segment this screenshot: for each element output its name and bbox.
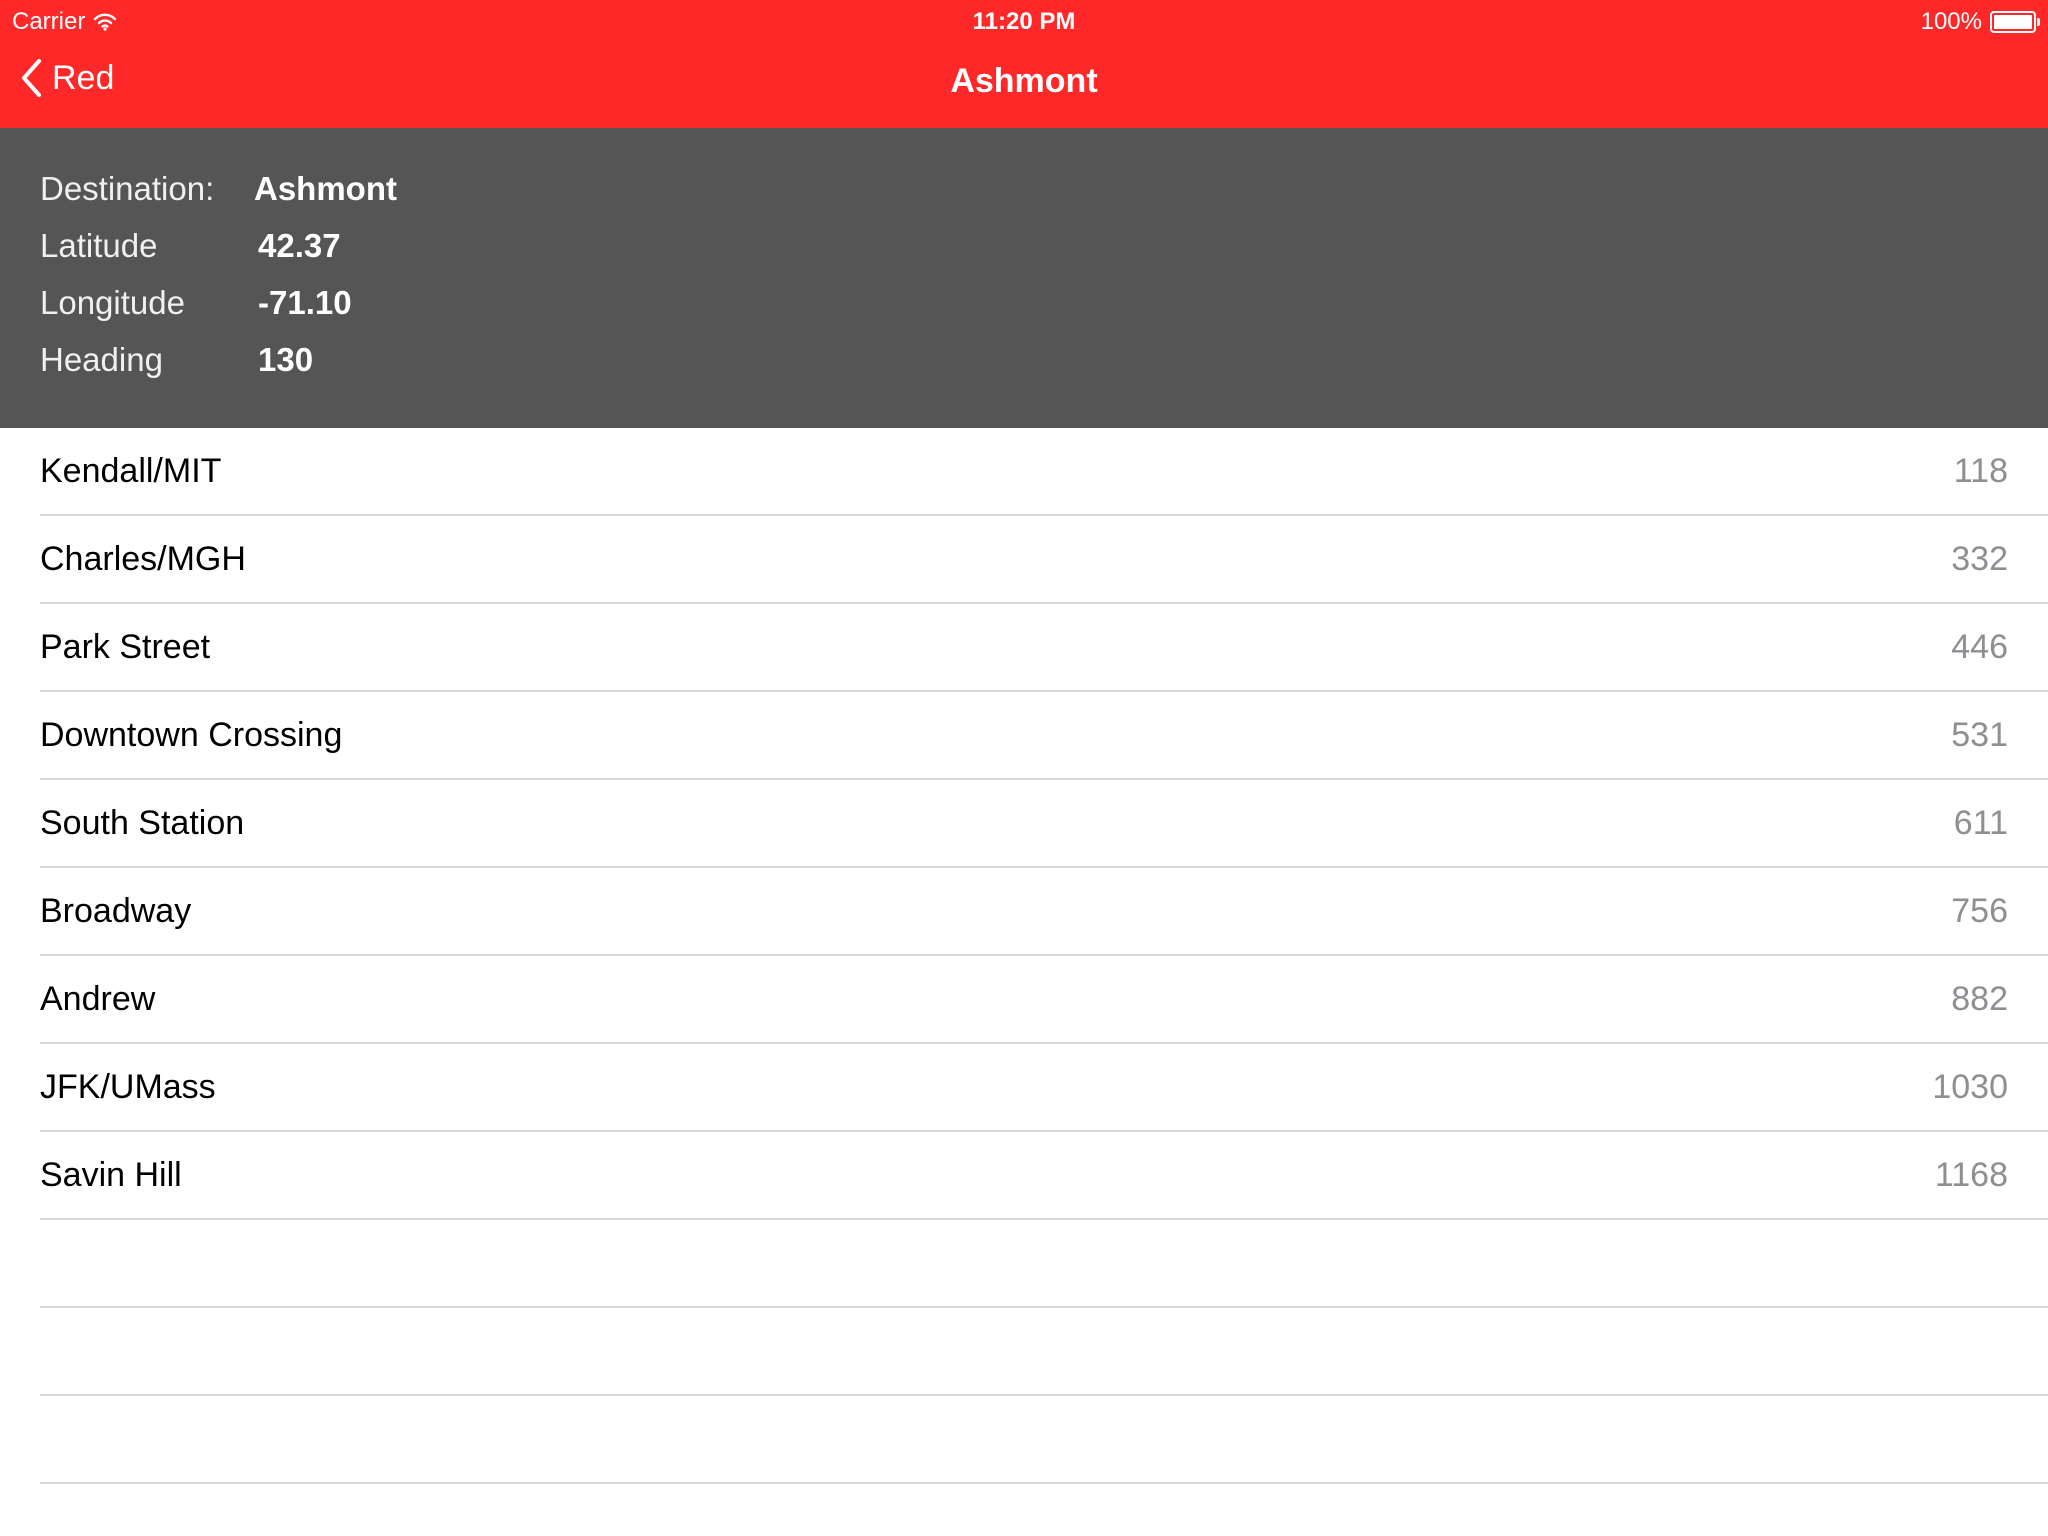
table-row[interactable]: South Station 611 [40, 780, 2048, 868]
latitude-label: Latitude [40, 227, 158, 264]
destination-row: Destination: Ashmont [40, 170, 1040, 210]
top-bar: Carrier 11:20 PM 100% Red Ashmont [0, 0, 2048, 128]
longitude-row: Longitude -71.10 [40, 284, 1040, 324]
stop-value: 1030 [1932, 1068, 2008, 1106]
status-bar: Carrier 11:20 PM 100% [0, 0, 2048, 40]
heading-label: Heading [40, 341, 163, 378]
page-title: Ashmont [950, 62, 1098, 100]
empty-row [40, 1396, 2048, 1484]
longitude-value: -71.10 [258, 284, 352, 321]
destination-label: Destination: [40, 170, 215, 207]
longitude-label: Longitude [40, 284, 185, 321]
stop-name: Downtown Crossing [40, 716, 343, 754]
empty-row [40, 1220, 2048, 1308]
train-info-panel: Destination: Ashmont Latitude 42.37 Long… [0, 128, 2048, 428]
stop-value: 446 [1951, 628, 2008, 666]
stop-value: 882 [1951, 980, 2008, 1018]
empty-row [40, 1308, 2048, 1396]
stop-name: South Station [40, 804, 245, 842]
stop-value: 756 [1951, 892, 2008, 930]
screen: Carrier 11:20 PM 100% Red Ashmont Destin… [0, 0, 2048, 1536]
stop-value: 531 [1951, 716, 2008, 754]
stop-name: JFK/UMass [40, 1068, 216, 1106]
battery-tip [2037, 18, 2040, 26]
status-battery: 100% [1920, 8, 2040, 36]
table-row[interactable]: Downtown Crossing 531 [40, 692, 2048, 780]
table-row[interactable]: JFK/UMass 1030 [40, 1044, 2048, 1132]
heading-value: 130 [258, 341, 314, 378]
stop-name: Savin Hill [40, 1156, 182, 1194]
latitude-value: 42.37 [258, 227, 341, 264]
stop-name: Broadway [40, 892, 192, 930]
battery-fill [1994, 15, 2032, 29]
stop-name: Park Street [40, 628, 211, 666]
table-row[interactable]: Kendall/MIT 118 [40, 428, 2048, 516]
stops-table: Kendall/MIT 118 Charles/MGH 332 Park Str… [0, 428, 2048, 1536]
table-row[interactable]: Charles/MGH 332 [40, 516, 2048, 604]
navigation-bar: Red Ashmont [0, 40, 2048, 128]
table-row[interactable]: Andrew 882 [40, 956, 2048, 1044]
table-row[interactable]: Savin Hill 1168 [40, 1132, 2048, 1220]
stop-name: Andrew [40, 980, 156, 1018]
battery-icon [1990, 11, 2040, 33]
battery-percent: 100% [1920, 8, 1982, 35]
stop-name: Charles/MGH [40, 540, 246, 578]
latitude-row: Latitude 42.37 [40, 227, 1040, 267]
heading-row: Heading 130 [40, 341, 1040, 381]
destination-value: Ashmont [254, 170, 397, 207]
stop-name: Kendall/MIT [40, 452, 222, 490]
table-row[interactable]: Broadway 756 [40, 868, 2048, 956]
status-time: 11:20 PM [972, 8, 1076, 35]
stop-value: 118 [1953, 452, 2008, 490]
table-row[interactable]: Park Street 446 [40, 604, 2048, 692]
stop-value: 611 [1953, 804, 2008, 842]
stop-value: 1168 [1934, 1156, 2008, 1194]
stop-value: 332 [1951, 540, 2008, 578]
